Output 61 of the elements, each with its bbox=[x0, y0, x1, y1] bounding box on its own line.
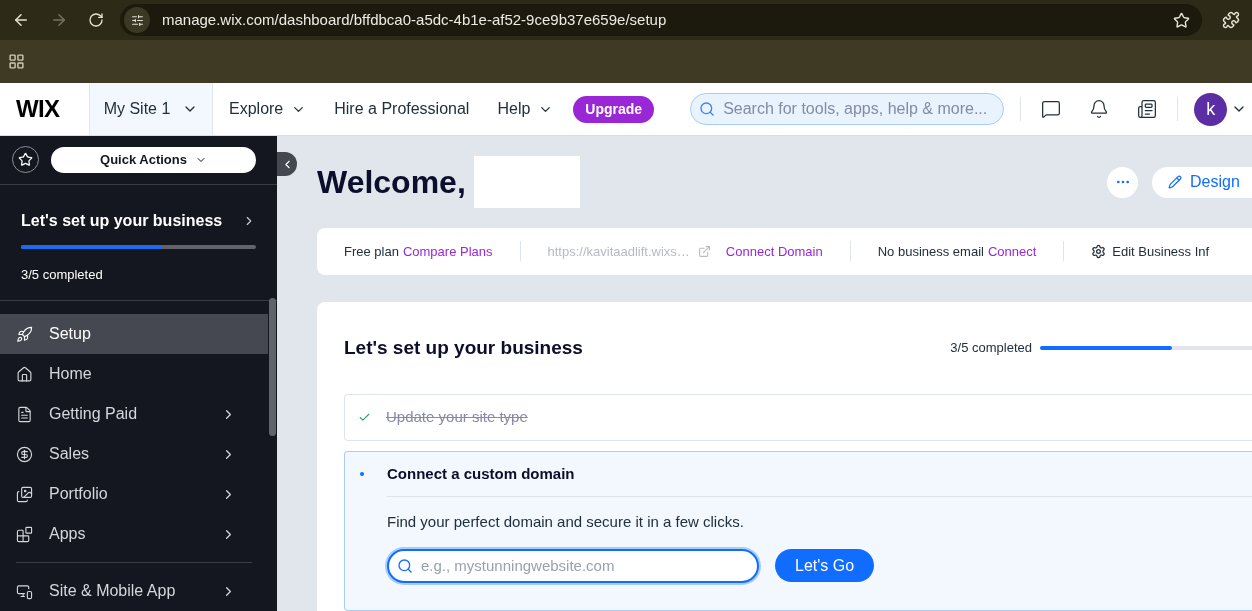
reload-icon[interactable] bbox=[88, 12, 104, 28]
sidebar-item[interactable]: Setup bbox=[0, 314, 268, 354]
sidebar-item[interactable]: Home bbox=[0, 354, 268, 394]
quick-actions-button[interactable]: Quick Actions bbox=[51, 146, 256, 173]
sidebar-item[interactable]: Getting Paid bbox=[0, 394, 268, 434]
sidebar-item[interactable]: Portfolio bbox=[0, 474, 268, 514]
back-icon[interactable] bbox=[12, 11, 30, 29]
design-button[interactable]: Design bbox=[1152, 166, 1252, 198]
search-field[interactable]: Search for tools, apps, help & more... bbox=[690, 93, 1005, 125]
setup-step[interactable]: Update your site type bbox=[344, 394, 1252, 441]
bullet-icon bbox=[360, 472, 364, 476]
star-icon bbox=[18, 152, 33, 168]
extensions-icon[interactable] bbox=[1222, 11, 1240, 29]
chat-icon[interactable] bbox=[1041, 99, 1062, 119]
sidebar-item[interactable]: Site & Mobile App bbox=[0, 571, 268, 611]
step-description: Find your perfect domain and secure it in a few clicks. bbox=[387, 512, 745, 532]
email-status: No business email bbox=[877, 242, 984, 261]
avatar[interactable]: k bbox=[1194, 92, 1228, 126]
scrollbar-thumb[interactable] bbox=[269, 298, 276, 436]
address-bar[interactable]: manage.wix.com/dashboard/bffdbca0-a5dc-4b1e-af52-9ce9b37e659e/setup bbox=[120, 4, 1202, 36]
search-icon bbox=[699, 101, 716, 117]
edit-business-info-link[interactable]: Edit Business Inf bbox=[1112, 241, 1210, 261]
blocks-icon bbox=[16, 525, 33, 543]
setup-title: Let's set up your business bbox=[21, 210, 223, 231]
sliders-icon bbox=[130, 13, 144, 27]
step-title: Connect a custom domain bbox=[387, 463, 575, 484]
welcome-heading: Welcome, bbox=[317, 163, 466, 202]
rocket-icon bbox=[16, 325, 33, 343]
connect-link[interactable]: Connect bbox=[987, 241, 1037, 261]
setup-progress-card[interactable]: Let's set up your business 3/5 completed bbox=[0, 184, 277, 301]
collapse-sidebar-button[interactable] bbox=[277, 152, 297, 176]
site-selector[interactable]: My Site 1 bbox=[89, 83, 213, 135]
bell-icon[interactable] bbox=[1089, 99, 1110, 119]
compare-plans-link[interactable]: Compare Plans bbox=[402, 241, 493, 261]
check-icon bbox=[358, 411, 371, 424]
site-url: https://kavitaadlift.wixs… bbox=[547, 242, 690, 261]
sidebar-item[interactable]: Sales bbox=[0, 434, 268, 474]
progress-text: 3/5 completed bbox=[950, 339, 1032, 357]
monitor-phone-icon bbox=[16, 582, 33, 600]
connect-domain-link[interactable]: Connect Domain bbox=[725, 241, 823, 261]
settings-icon[interactable] bbox=[1091, 243, 1107, 259]
bookmark-star-icon[interactable] bbox=[1173, 11, 1190, 29]
images-icon bbox=[16, 485, 33, 503]
sidebar-item[interactable]: Apps bbox=[0, 514, 268, 554]
setup-card-title: Let's set up your business bbox=[344, 335, 583, 360]
search-icon bbox=[397, 557, 413, 574]
apps-grid-icon[interactable] bbox=[8, 53, 25, 70]
nav-menu-item[interactable]: Hire a Professional bbox=[334, 97, 470, 121]
plan-label: Free plan bbox=[344, 242, 399, 261]
nav-menu-item[interactable]: Help bbox=[497, 97, 554, 121]
pencil-icon bbox=[1168, 175, 1182, 189]
progress-text: 3/5 completed bbox=[21, 265, 104, 284]
nav-menu-item[interactable]: Explore bbox=[229, 97, 307, 121]
dollar-circle-icon bbox=[16, 445, 33, 463]
lets-go-button[interactable]: Let's Go bbox=[775, 549, 875, 582]
wix-logo[interactable]: WIX bbox=[0, 91, 89, 127]
site-info-button[interactable] bbox=[124, 7, 150, 33]
home-icon bbox=[16, 365, 33, 383]
domain-search-field[interactable]: e.g., mystunningwebsite.com bbox=[387, 548, 759, 583]
upgrade-button[interactable]: Upgrade bbox=[573, 95, 655, 123]
newspaper-icon[interactable] bbox=[1137, 99, 1158, 119]
